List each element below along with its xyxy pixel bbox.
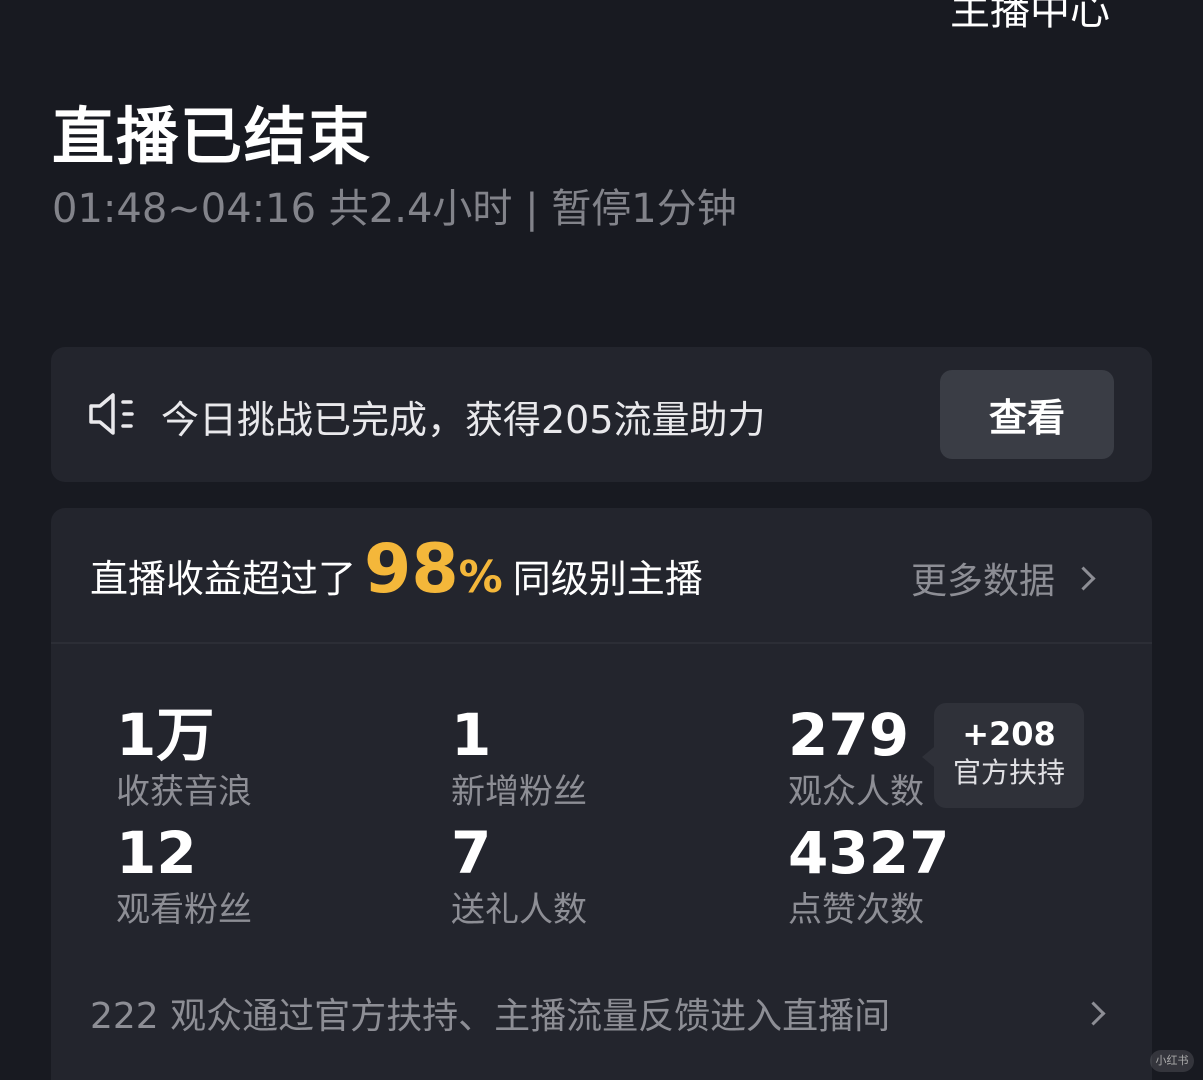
stat-value: 12 — [116, 819, 197, 887]
support-badge-value: +208 — [962, 715, 1056, 753]
stat-label: 观看粉丝 — [116, 890, 252, 930]
stat-label: 观众人数 — [788, 772, 924, 812]
stat-viewers: 279 观众人数 — [788, 700, 924, 814]
view-button[interactable]: 查看 — [940, 370, 1114, 459]
watermark: 小红书 — [1150, 1050, 1194, 1072]
anchor-center-link[interactable]: 主播中心 — [950, 0, 1110, 36]
stat-income: 1万 收获音浪 — [116, 700, 252, 814]
official-support-badge: +208 官方扶持 — [922, 703, 1084, 808]
stat-label: 送礼人数 — [451, 890, 587, 930]
speaker-icon — [89, 393, 134, 435]
chevron-right-icon — [1071, 565, 1096, 591]
stats-card: 直播收益超过了 98 % 同级别主播 更多数据 1万 收获音浪 1 新增粉丝 2… — [51, 508, 1152, 1080]
stream-duration: 01:48~04:16 共2.4小时 | 暂停1分钟 — [52, 186, 737, 232]
chevron-right-icon — [1081, 1000, 1106, 1026]
ranking-prefix: 直播收益超过了 — [90, 557, 357, 601]
stat-value: 279 — [788, 701, 910, 769]
challenge-text: 今日挑战已完成，获得205流量助力 — [161, 398, 766, 442]
ranking-row: 直播收益超过了 98 % 同级别主播 更多数据 — [51, 508, 1152, 644]
more-data-label: 更多数据 — [911, 561, 1056, 602]
stat-new-fans: 1 新增粉丝 — [451, 700, 587, 814]
stat-value: 4327 — [788, 819, 950, 887]
ranking-suffix: 同级别主播 — [512, 557, 703, 601]
ranking-percent-value: 98 — [364, 530, 459, 609]
traffic-source-row[interactable]: 222 观众通过官方扶持、主播流量反馈进入直播间 — [90, 988, 1110, 1038]
stat-value: 1 — [451, 701, 492, 769]
stat-value: 1万 — [116, 701, 215, 769]
ranking-text: 直播收益超过了 98 % 同级别主播 — [90, 530, 703, 609]
stat-value: 7 — [451, 819, 492, 887]
stat-likes: 4327 点赞次数 — [788, 818, 949, 932]
traffic-source-text: 222 观众通过官方扶持、主播流量反馈进入直播间 — [90, 996, 891, 1037]
ranking-percent-sign: % — [458, 552, 503, 603]
stat-gifters: 7 送礼人数 — [451, 818, 587, 932]
page-title: 直播已结束 — [52, 100, 373, 173]
challenge-banner: 今日挑战已完成，获得205流量助力 查看 — [51, 347, 1152, 482]
stat-label: 新增粉丝 — [451, 772, 587, 812]
stat-watching-fans: 12 观看粉丝 — [116, 818, 252, 932]
support-badge-label: 官方扶持 — [952, 756, 1065, 789]
stat-label: 点赞次数 — [788, 890, 924, 930]
stat-label: 收获音浪 — [116, 772, 252, 812]
more-data-link[interactable]: 更多数据 — [911, 552, 1096, 604]
